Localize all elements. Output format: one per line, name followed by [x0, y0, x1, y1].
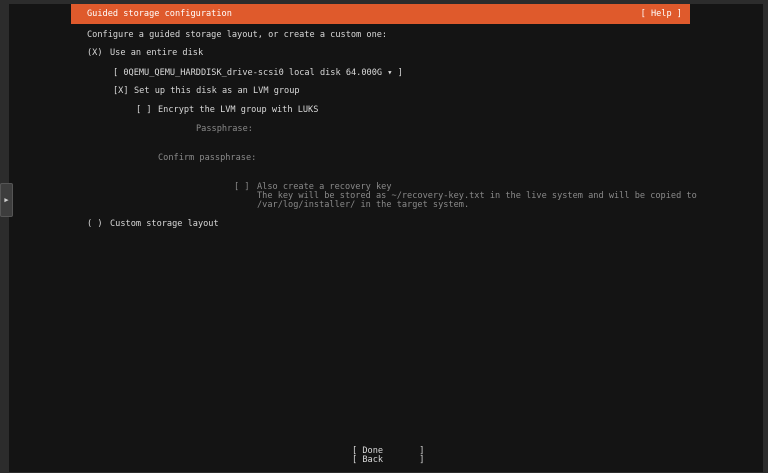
help-button[interactable]: [ Help ]: [641, 9, 682, 19]
entire-disk-radio[interactable]: (X): [87, 48, 103, 58]
recovery-checkbox[interactable]: [ ]: [234, 182, 250, 192]
confirm-passphrase-label: Confirm passphrase:: [158, 153, 257, 163]
side-panel-handle[interactable]: ▶: [0, 183, 13, 217]
back-button[interactable]: [ Back ]: [352, 455, 424, 465]
passphrase-label: Passphrase:: [196, 124, 253, 134]
intro-text: Configure a guided storage layout, or cr…: [87, 30, 388, 40]
custom-layout-radio[interactable]: ( ): [87, 219, 103, 229]
lvm-label: Set up this disk as an LVM group: [134, 86, 300, 96]
recovery-description-line2: /var/log/installer/ in the target system…: [257, 200, 470, 210]
encrypt-checkbox[interactable]: [ ]: [136, 105, 152, 115]
play-arrow-icon: ▶: [4, 196, 9, 204]
header-bar: Guided storage configuration [ Help ]: [71, 4, 690, 24]
page-title: Guided storage configuration: [87, 9, 232, 19]
disk-select[interactable]: [ 0QEMU_QEMU_HARDDISK_drive-scsi0 local …: [113, 68, 403, 78]
encrypt-label: Encrypt the LVM group with LUKS: [158, 105, 319, 115]
custom-layout-label: Custom storage layout: [110, 219, 219, 229]
lvm-checkbox[interactable]: [X]: [113, 86, 129, 96]
entire-disk-label: Use an entire disk: [110, 48, 204, 58]
